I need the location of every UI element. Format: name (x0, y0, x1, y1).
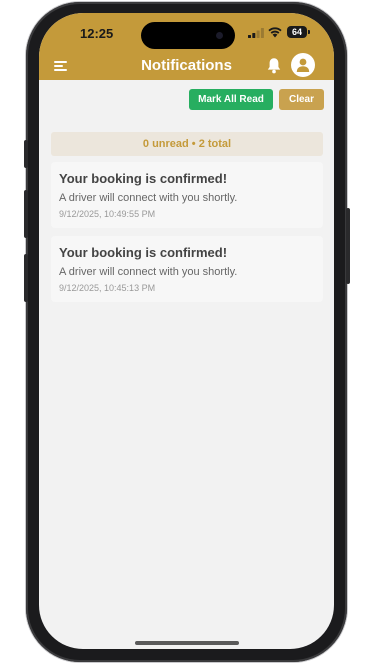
notification-timestamp: 9/12/2025, 10:45:13 PM (59, 283, 156, 293)
signal-icon (248, 28, 264, 38)
user-icon (296, 58, 310, 72)
app-header: Notifications (39, 53, 334, 80)
volume-up-button (24, 190, 28, 238)
notification-title: Your booking is confirmed! (59, 245, 228, 260)
clear-button[interactable]: Clear (279, 89, 324, 110)
page-title: Notifications (141, 57, 232, 74)
action-button (24, 140, 28, 168)
volume-down-button (24, 254, 28, 302)
bell-icon[interactable] (266, 57, 282, 74)
notification-message: A driver will connect with you shortly. (59, 266, 238, 278)
action-bar: Mark All Read Clear (39, 89, 334, 111)
app-screen: 12:25 64 Notifications Mark All Read Cle… (39, 13, 334, 649)
notification-card[interactable]: Your booking is confirmed! A driver will… (51, 236, 323, 302)
status-time: 12:25 (80, 26, 114, 41)
notification-title: Your booking is confirmed! (59, 171, 228, 186)
wifi-icon (268, 27, 282, 38)
notification-card[interactable]: Your booking is confirmed! A driver will… (51, 162, 323, 228)
home-indicator[interactable] (135, 641, 239, 645)
dynamic-island (141, 22, 235, 49)
notification-list: Your booking is confirmed! A driver will… (51, 162, 323, 310)
notification-timestamp: 9/12/2025, 10:49:55 PM (59, 209, 156, 219)
user-avatar-icon[interactable] (291, 53, 315, 77)
notification-summary: 0 unread • 2 total (51, 132, 323, 156)
battery-icon: 64 (287, 26, 307, 38)
battery-tip (308, 30, 310, 34)
mark-all-read-button[interactable]: Mark All Read (189, 89, 273, 110)
notification-message: A driver will connect with you shortly. (59, 192, 238, 204)
power-button (346, 208, 350, 284)
status-bar: 12:25 64 (39, 13, 334, 53)
camera-icon (216, 32, 223, 39)
